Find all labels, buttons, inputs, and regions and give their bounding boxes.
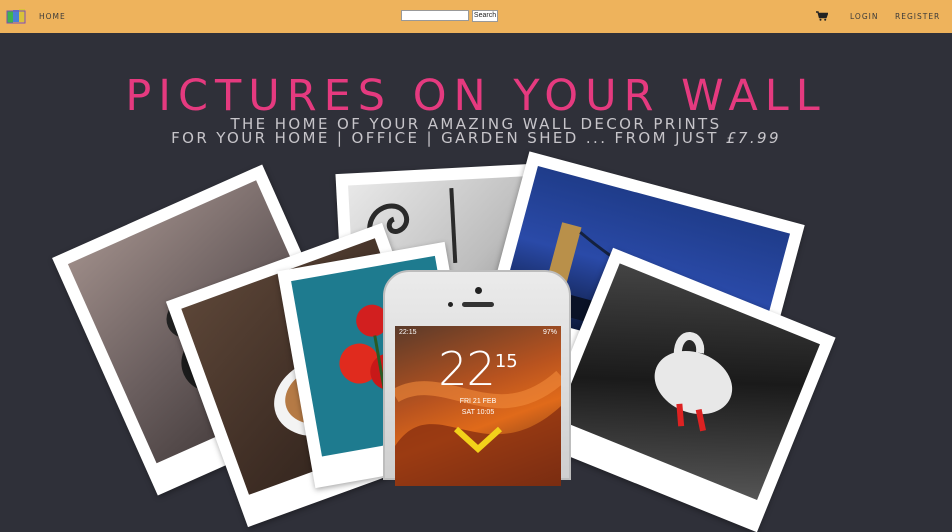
hero-price: £7.99 xyxy=(725,129,781,147)
phone-mockup: 22:15 97% 2215 FRI 21 FEB SAT 10:05 xyxy=(383,270,571,486)
top-nav-bar: HOME Search LOGIN REGISTER xyxy=(0,0,952,33)
lockscreen-date: FRI 21 FEB xyxy=(459,398,497,405)
clock-minute: 15 xyxy=(494,351,518,372)
phone-screen: 22:15 97% 2215 FRI 21 FEB SAT 10:05 xyxy=(395,326,561,486)
search-button[interactable]: Search xyxy=(472,10,498,22)
nav-login-link[interactable]: LOGIN xyxy=(850,12,878,21)
lockscreen-alarm: SAT 10:05 xyxy=(461,409,495,416)
lockscreen-clock: 2215 xyxy=(395,342,561,396)
phone-sensor xyxy=(448,302,453,307)
chevron-down-icon[interactable] xyxy=(453,424,503,454)
nav-register-link[interactable]: REGISTER xyxy=(895,12,940,21)
phone-camera xyxy=(475,287,482,294)
search-input[interactable] xyxy=(401,10,469,21)
hero-subtitle-line2: FOR YOUR HOME | OFFICE | GARDEN SHED ...… xyxy=(0,131,952,146)
nav-home-link[interactable]: HOME xyxy=(39,12,66,21)
phone-status-bar: 22:15 97% xyxy=(395,326,561,339)
hero-subtitle-prefix: FOR YOUR HOME | OFFICE | GARDEN SHED ...… xyxy=(171,129,719,147)
clock-hour: 22 xyxy=(438,342,496,396)
status-time: 22:15 xyxy=(399,329,417,336)
phone-speaker xyxy=(462,302,494,307)
site-logo-icon[interactable] xyxy=(6,8,26,26)
shopping-cart-icon[interactable] xyxy=(816,11,828,21)
status-battery: 97% xyxy=(542,329,557,336)
hero-title: PICTURES ON YOUR WALL xyxy=(125,71,827,121)
